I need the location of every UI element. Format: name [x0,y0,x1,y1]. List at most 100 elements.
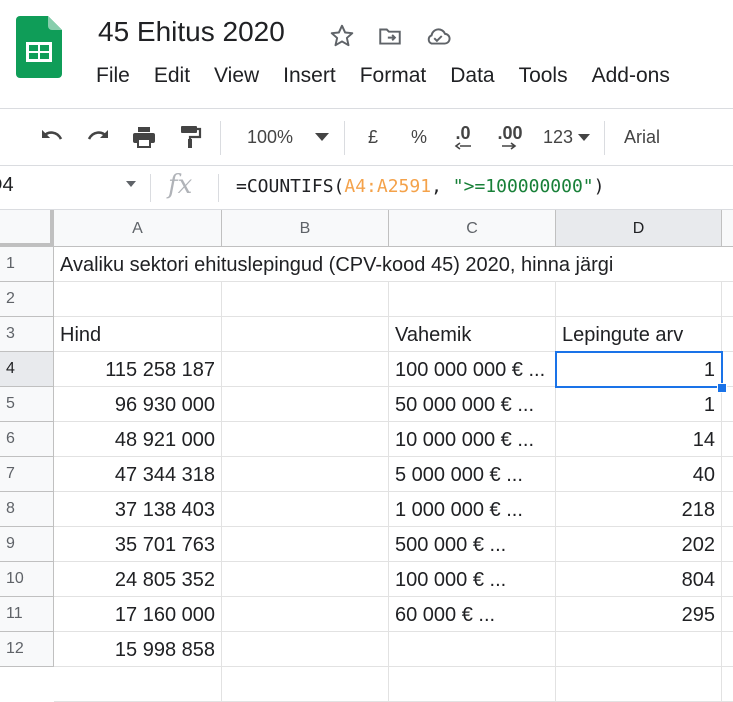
empty-cell[interactable] [722,282,733,317]
empty-cell[interactable] [722,457,733,492]
cell-a-value[interactable]: 96 930 000 [54,387,222,422]
fill-handle[interactable] [717,383,727,393]
row-header[interactable]: 8 [0,492,54,527]
column-header-b[interactable]: B [222,210,389,247]
sheets-logo-icon[interactable] [16,16,62,78]
menu-format[interactable]: Format [360,64,427,88]
zoom-select[interactable]: 100% [240,109,300,165]
empty-cell[interactable] [222,352,389,387]
empty-cell[interactable] [722,352,733,387]
cell-a1-title[interactable]: Avaliku sektori ehituslepingud (CPV-kood… [54,247,722,282]
empty-cell[interactable] [222,387,389,422]
cell-c-range[interactable]: 60 000 € ... [389,597,556,632]
cell-a3-header[interactable]: Hind [54,317,222,352]
more-formats-chevron-down-icon[interactable] [576,109,592,165]
empty-cell[interactable] [222,562,389,597]
row-header[interactable]: 12 [0,632,54,667]
column-header-c[interactable]: C [389,210,556,247]
menu-file[interactable]: File [96,64,130,88]
empty-cell[interactable] [54,282,222,317]
empty-cell[interactable] [222,282,389,317]
menu-addons[interactable]: Add-ons [592,64,670,88]
cell-c-range[interactable]: 100 000 000 € ... [389,352,556,387]
empty-cell[interactable] [222,457,389,492]
empty-cell[interactable] [54,667,222,702]
empty-cell[interactable] [722,422,733,457]
cell-d-count[interactable]: 295 [556,597,722,632]
row-header[interactable]: 4 [0,352,54,387]
zoom-chevron-down-icon[interactable] [310,109,334,165]
row-header[interactable]: 9 [0,527,54,562]
row-header[interactable]: 7 [0,457,54,492]
cell-a-value[interactable]: 48 921 000 [54,422,222,457]
empty-cell[interactable] [389,667,556,702]
cell-d-count[interactable]: 40 [556,457,722,492]
column-header-a[interactable]: A [54,210,222,247]
cell-a-value[interactable]: 17 160 000 [54,597,222,632]
column-header-e[interactable] [722,210,733,247]
empty-cell[interactable] [722,247,733,282]
cloud-saved-icon[interactable] [424,22,452,50]
cell-d-count[interactable]: 1 [556,387,722,422]
format-percent-button[interactable]: % [406,109,432,165]
print-icon[interactable] [126,109,162,165]
menu-tools[interactable]: Tools [519,64,568,88]
more-formats-button[interactable]: 123 [538,109,578,165]
row-header[interactable]: 11 [0,597,54,632]
cell-d-count[interactable]: 202 [556,527,722,562]
cell-d-count[interactable]: 804 [556,562,722,597]
cell-a-value[interactable]: 115 258 187 [54,352,222,387]
cell-d-count[interactable]: 218 [556,492,722,527]
cell-c-range[interactable]: 50 000 000 € ... [389,387,556,422]
menu-data[interactable]: Data [450,64,494,88]
cell-a-value[interactable]: 15 998 858 [54,632,222,667]
select-all-corner[interactable] [0,210,54,247]
row-header[interactable]: 1 [0,247,54,282]
empty-cell[interactable] [722,632,733,667]
font-family-select[interactable]: Arial [624,109,684,165]
cell-a-value[interactable]: 37 138 403 [54,492,222,527]
document-title[interactable]: 45 Ehitus 2020 [98,16,285,48]
empty-cell[interactable] [556,667,722,702]
cell-a-value[interactable]: 35 701 763 [54,527,222,562]
empty-cell[interactable] [222,317,389,352]
row-header[interactable]: 10 [0,562,54,597]
empty-cell[interactable] [722,667,733,702]
cell-d-count[interactable]: 14 [556,422,722,457]
cell-d-count[interactable]: 1 [556,352,722,387]
cell-c-range[interactable]: 10 000 000 € ... [389,422,556,457]
empty-cell[interactable] [722,562,733,597]
undo-icon[interactable] [34,109,70,165]
redo-icon[interactable] [80,109,116,165]
increase-decimal-button[interactable]: .00 [492,109,528,165]
cell-c-range[interactable]: 500 000 € ... [389,527,556,562]
name-box[interactable]: D4 [0,174,120,197]
row-header[interactable]: 3 [0,317,54,352]
empty-cell[interactable] [222,667,389,702]
cell-a-value[interactable]: 24 805 352 [54,562,222,597]
cell-a-value[interactable]: 47 344 318 [54,457,222,492]
cell-c-range[interactable]: 5 000 000 € ... [389,457,556,492]
star-icon[interactable] [328,22,356,50]
decrease-decimal-button[interactable]: .0 [448,109,478,165]
empty-cell[interactable] [222,527,389,562]
menu-edit[interactable]: Edit [154,64,190,88]
empty-cell[interactable] [556,282,722,317]
empty-cell[interactable] [222,422,389,457]
cell-c-range[interactable]: 1 000 000 € ... [389,492,556,527]
row-header[interactable]: 5 [0,387,54,422]
empty-cell[interactable] [389,282,556,317]
row-header[interactable]: 2 [0,282,54,317]
empty-cell[interactable] [722,492,733,527]
formula-input[interactable]: =COUNTIFS(A4:A2591, ">=100000000") [236,176,605,197]
empty-cell[interactable] [222,492,389,527]
empty-cell[interactable] [389,632,556,667]
cell-c-range[interactable]: 100 000 € ... [389,562,556,597]
cell-c3-header[interactable]: Vahemik [389,317,556,352]
empty-cell[interactable] [556,632,722,667]
name-box-chevron-down-icon[interactable] [126,176,136,190]
row-header[interactable]: 6 [0,422,54,457]
move-to-folder-icon[interactable] [376,22,404,50]
menu-insert[interactable]: Insert [283,64,336,88]
cell-d3-header[interactable]: Lepingute arv [556,317,722,352]
